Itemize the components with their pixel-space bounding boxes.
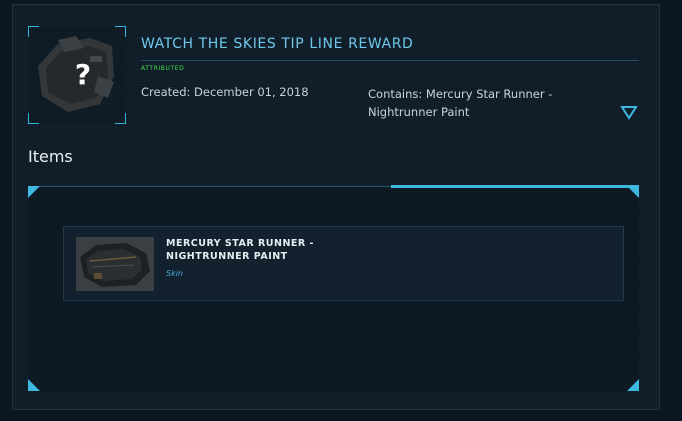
created-date: Created: December 01, 2018 [141, 85, 309, 99]
pledge-thumbnail: ? [28, 26, 126, 124]
pledge-title: WATCH THE SKIES TIP LINE REWARD [141, 36, 414, 52]
items-panel: MERCURY STAR RUNNER - NIGHTRUNNER PAINT … [28, 185, 639, 391]
question-mark-ship-icon: ? [38, 36, 114, 112]
expand-toggle-button[interactable] [620, 104, 638, 120]
ship-skin-icon [76, 237, 154, 291]
panel-corner-icon [627, 186, 639, 198]
panel-corner-icon [28, 186, 40, 198]
items-panel-accent [391, 185, 639, 188]
list-item[interactable]: MERCURY STAR RUNNER - NIGHTRUNNER PAINT … [63, 226, 624, 301]
item-type: Skin [166, 269, 184, 278]
panel-corner-icon [627, 379, 639, 391]
ship-skin-image [76, 237, 154, 291]
item-name: MERCURY STAR RUNNER - NIGHTRUNNER PAINT [166, 238, 314, 262]
items-heading: Items [28, 147, 73, 166]
chevron-down-icon [620, 106, 638, 120]
status-badge: ATTRIBUTED [141, 65, 185, 72]
panel-corner-icon [28, 379, 40, 391]
svg-text:?: ? [75, 58, 91, 91]
contains-summary: Contains: Mercury Star Runner - Nightrun… [368, 87, 553, 119]
title-divider [141, 60, 639, 61]
